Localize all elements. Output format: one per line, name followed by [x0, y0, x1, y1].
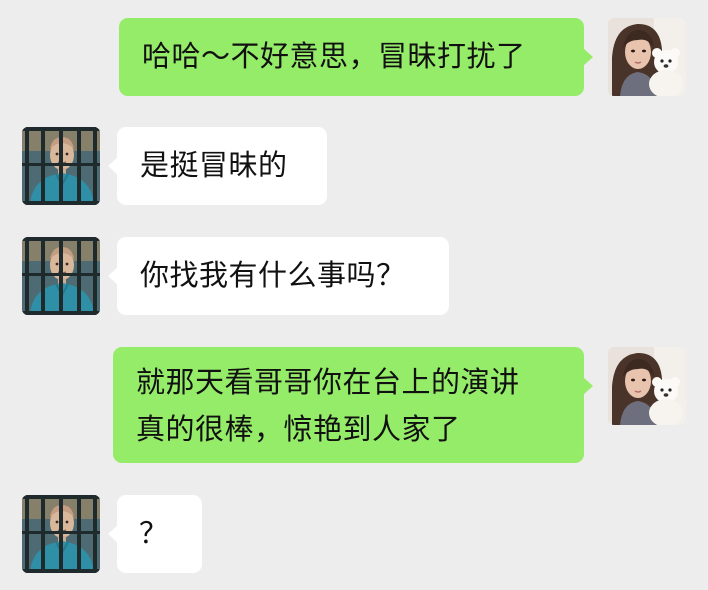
message-bubble[interactable]: 就那天看哥哥你在台上的演讲 真的很棒，惊艳到人家了: [113, 347, 593, 463]
message-text: ？: [139, 516, 169, 550]
message-row-self: 哈哈～不好意思，冒昧打扰了: [0, 18, 708, 96]
message-bubble[interactable]: 你找我有什么事吗？: [108, 237, 449, 315]
message-row-other: ？: [0, 495, 708, 573]
message-text: 就那天看哥哥你在台上的演讲 真的很棒，惊艳到人家了: [136, 365, 520, 446]
message-row-other: 是挺冒昧的: [0, 127, 708, 205]
message-text: 哈哈～不好意思，冒昧打扰了: [142, 39, 526, 73]
message-row-other: 你找我有什么事吗？: [0, 237, 708, 315]
message-text: 你找我有什么事吗？: [140, 258, 406, 292]
man-behind-bars-avatar[interactable]: [22, 127, 100, 205]
man-behind-bars-avatar[interactable]: [22, 237, 100, 315]
man-behind-bars-avatar[interactable]: [22, 495, 100, 573]
message-text: 是挺冒昧的: [140, 148, 288, 182]
bubble-tail: [583, 377, 593, 395]
girl-with-teddy-bear-avatar[interactable]: [608, 347, 686, 425]
girl-with-teddy-bear-avatar[interactable]: [608, 18, 686, 96]
bubble-tail: [583, 48, 593, 66]
bubble-tail: [108, 157, 118, 175]
message-bubble[interactable]: ？: [108, 495, 202, 573]
bubble-tail: [108, 525, 118, 543]
message-bubble[interactable]: 是挺冒昧的: [108, 127, 327, 205]
message-row-self: 就那天看哥哥你在台上的演讲 真的很棒，惊艳到人家了: [0, 347, 708, 463]
message-bubble[interactable]: 哈哈～不好意思，冒昧打扰了: [119, 18, 593, 96]
bubble-tail: [108, 267, 118, 285]
